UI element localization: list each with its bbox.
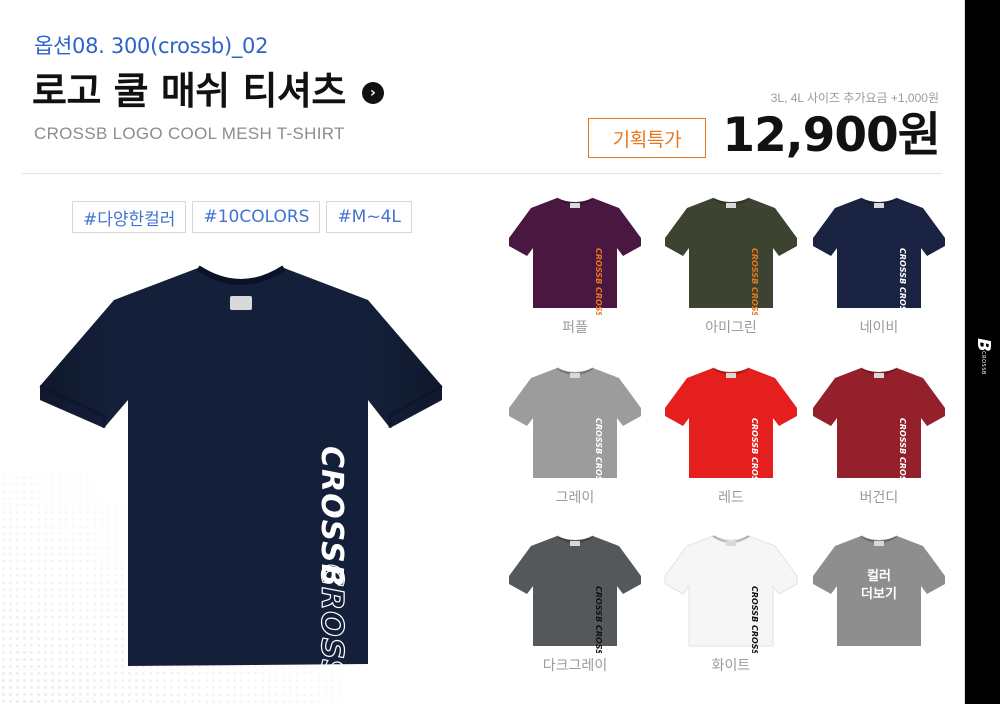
more-colors-label: 컬러 더보기 [809,568,949,604]
color-label: 퍼플 [562,320,588,336]
color-option-white[interactable]: CROSSB CROSSB 화이트 [661,528,801,675]
divider [22,173,942,174]
logo-print-text: CROSSB CROSSB [898,248,907,315]
logo-print: CROSSB CROSSB [594,586,603,653]
tshirt-thumbnail: CROSSB CROSSB [509,367,641,485]
main-logo-text-outline: CROSSB [314,564,349,670]
tshirt-thumbnail: CROSSB CROSSB [813,197,945,315]
logo-print: CROSSB CROSSB [594,418,603,485]
product-title: 로고 쿨 매쉬 티셔츠 [32,69,346,113]
tshirt-body [665,368,797,478]
logo-print-text: CROSSB CROSSB [898,418,907,485]
logo-print-text: CROSSB CROSSB [750,586,759,653]
brand-mark-text: CROSSB [980,351,986,375]
hashtag[interactable]: #다양한컬러 [72,201,187,233]
product-subtitle: CROSSB LOGO COOL MESH T-SHIRT [34,124,345,143]
color-label: 버건디 [859,490,899,506]
tshirt-thumbnail: CROSSB CROSSB [509,197,641,315]
logo-print-text: CROSSB CROSSB [594,418,603,485]
color-label: 화이트 [711,658,751,674]
hashtag[interactable]: #10COLORS [192,201,321,233]
tshirt-body [813,368,945,478]
more-colors-line1: 컬러 [867,569,891,584]
tshirt-thumbnail: CROSSB CROSSB [509,535,641,653]
logo-print: CROSSB CROSSB [898,418,907,485]
option-code: 옵션08. 300(crossb)_02 [34,34,269,58]
tshirt-thumbnail: CROSSB CROSSB [665,367,797,485]
tshirt-body [509,368,641,478]
price: 12,900원 [722,108,941,163]
size-extra-fee-note: 3L, 4L 사이즈 추가요금 +1,000원 [770,91,939,105]
color-option-gray[interactable]: CROSSB CROSSB 그레이 [505,360,645,507]
color-option-army-green[interactable]: CROSSB CROSSB 아미그린 [661,190,801,337]
more-colors-button[interactable]: 컬러 더보기 [809,528,949,653]
color-option-red[interactable]: CROSSB CROSSB 레드 [661,360,801,507]
logo-print: CROSSB CROSSB [750,248,759,315]
more-colors-line2: 더보기 [861,587,897,602]
logo-print-text: CROSSB CROSSB [594,586,603,653]
color-label: 아미그린 [705,320,757,336]
color-option-dark-gray[interactable]: CROSSB CROSSB 다크그레이 [505,528,645,675]
hashtag-list: #다양한컬러 #10COLORS #M~4L [72,201,412,233]
tshirt-body [813,198,945,308]
color-option-navy[interactable]: CROSSB CROSSB 네이비 [809,190,949,337]
tshirt-body [509,536,641,646]
color-label: 다크그레이 [542,658,608,674]
color-label: 네이비 [859,320,899,336]
tshirt-body [509,198,641,308]
logo-print: CROSSB CROSSB [898,248,907,315]
tshirt-thumbnail: CROSSB CROSSB [665,197,797,315]
color-option-purple[interactable]: CROSSB CROSSB 퍼플 [505,190,645,337]
color-label: 레드 [718,490,744,506]
logo-print-text: CROSSB CROSSB [750,418,759,485]
tshirt-body [664,535,798,647]
tshirt-thumbnail: CROSSB CROSSB [664,535,798,653]
logo-print: CROSSB CROSSB [750,418,759,485]
product-card: 옵션08. 300(crossb)_02 로고 쿨 매쉬 티셔츠 › CROSS… [0,0,965,704]
color-option-burgundy[interactable]: CROSSB CROSSB 버건디 [809,360,949,507]
logo-print-text: CROSSB CROSSB [750,248,759,315]
color-label: 그레이 [555,490,595,506]
tshirt-body [665,198,797,308]
logo-print: CROSSB CROSSB [750,586,759,653]
hashtag[interactable]: #M~4L [326,201,412,233]
tshirt-thumbnail: CROSSB CROSSB [813,367,945,485]
logo-print-text: CROSSB CROSSB [594,248,603,315]
logo-print: CROSSB CROSSB [594,248,603,315]
brand-mark-letter: B [972,338,994,352]
chevron-right-icon[interactable]: › [361,81,384,104]
crossb-logo-icon: B CROSSB [972,336,994,375]
title-row: 로고 쿨 매쉬 티셔츠 › [32,68,384,114]
special-price-badge: 기획특가 [588,118,706,158]
main-tshirt-image: CROSSB CROSSB [38,260,444,704]
